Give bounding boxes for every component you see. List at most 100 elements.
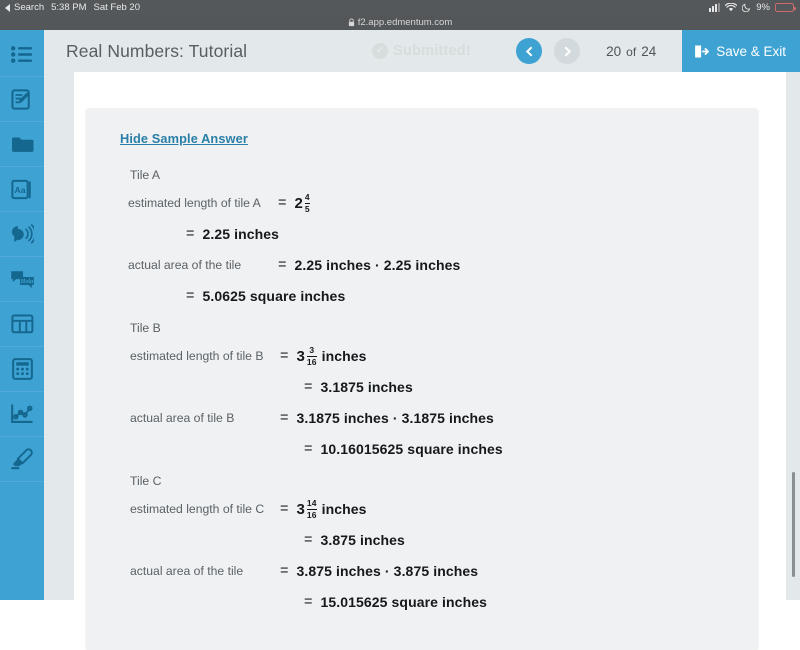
actual-area-result-row: = 10.16015625 square inches bbox=[120, 438, 724, 460]
equals-sign: = bbox=[186, 226, 195, 242]
estimated-length-value: 3 3 16 inches bbox=[296, 346, 366, 366]
mixed-number: 3 3 16 bbox=[296, 345, 317, 367]
status-date: Sat Feb 20 bbox=[93, 2, 140, 13]
sidebar-item-folder[interactable] bbox=[0, 122, 44, 167]
equals-sign: = bbox=[278, 257, 287, 273]
equals-sign: = bbox=[304, 594, 313, 610]
app-page: Aa Hola Real Numbers: Tutorial ✓ Submitt… bbox=[0, 30, 800, 650]
equals-sign: = bbox=[304, 441, 313, 457]
page-title: Real Numbers: Tutorial bbox=[66, 40, 248, 61]
tile-label: Tile A bbox=[130, 168, 161, 182]
whole-part: 3 bbox=[296, 500, 305, 518]
lock-icon bbox=[348, 18, 354, 27]
denominator: 5 bbox=[304, 203, 310, 214]
sample-answer-card: Hide Sample Answer Tile A estimated leng… bbox=[86, 108, 758, 650]
estimated-length-row: estimated length of tile B = 3 3 16 inch… bbox=[120, 345, 724, 367]
ios-status-bar: Search 5:38 PM Sat Feb 20 9% bbox=[0, 0, 800, 15]
fraction: 4 5 bbox=[304, 193, 310, 214]
equals-sign: = bbox=[280, 501, 289, 517]
vertical-scrollbar-track[interactable] bbox=[786, 72, 800, 600]
folder-icon bbox=[11, 136, 34, 152]
url-text: f2.app.edmentum.com bbox=[357, 17, 453, 28]
denominator: 16 bbox=[306, 509, 317, 520]
actual-area-product: 2.25 inches · 2.25 inches bbox=[294, 257, 461, 273]
submitted-label: Submitted! bbox=[393, 43, 471, 59]
tile-label: Tile C bbox=[130, 474, 162, 488]
actual-area-row: actual area of the tile = 2.25 inches · … bbox=[120, 254, 724, 276]
estimated-length-decimal-row: = 3.1875 inches bbox=[120, 376, 724, 398]
actual-area-result: 15.015625 square inches bbox=[320, 594, 487, 610]
sidebar-item-text-to-speech[interactable] bbox=[0, 212, 44, 257]
estimated-length-decimal: 3.1875 inches bbox=[320, 379, 413, 395]
equals-sign: = bbox=[280, 410, 289, 426]
calculator-icon bbox=[11, 358, 33, 380]
whole-part: 3 bbox=[296, 347, 305, 365]
graph-chart-icon bbox=[11, 403, 33, 423]
actual-area-row: actual area of tile B = 3.1875 inches · … bbox=[120, 407, 724, 429]
sidebar-filler bbox=[0, 482, 44, 600]
mixed-number: 2 4 5 bbox=[294, 193, 310, 214]
numerator: 14 bbox=[306, 498, 317, 509]
unit-label: inches bbox=[321, 348, 367, 364]
actual-area-result: 5.0625 square inches bbox=[202, 288, 346, 304]
status-bar-right: 9% bbox=[708, 2, 800, 13]
fraction: 14 16 bbox=[306, 498, 317, 520]
sidebar-item-reference-book[interactable] bbox=[0, 302, 44, 347]
sidebar-item-calculator[interactable] bbox=[0, 347, 44, 392]
actual-area-result-row: = 5.0625 square inches bbox=[120, 285, 724, 307]
svg-text:Hola: Hola bbox=[19, 278, 33, 284]
estimated-length-decimal-row: = 2.25 inches bbox=[120, 223, 724, 245]
actual-area-label: actual area of the tile bbox=[128, 258, 242, 272]
submitted-status-badge: ✓ Submitted! bbox=[372, 43, 471, 59]
check-circle-icon: ✓ bbox=[372, 43, 389, 59]
battery-icon bbox=[775, 3, 796, 12]
estimated-length-label: estimated length of tile A bbox=[128, 196, 261, 210]
page-counter: 20 of 24 bbox=[606, 44, 656, 59]
browser-url-bar[interactable]: f2.app.edmentum.com bbox=[0, 15, 800, 30]
chevron-right-icon bbox=[560, 46, 571, 56]
sidebar-item-highlighter[interactable] bbox=[0, 437, 44, 482]
estimated-length-decimal: 3.875 inches bbox=[320, 532, 405, 548]
estimated-length-value: 2 4 5 bbox=[294, 193, 310, 214]
next-page-button[interactable] bbox=[554, 38, 581, 64]
actual-area-label: actual area of the tile bbox=[130, 564, 244, 578]
sidebar-item-translate[interactable]: Hola bbox=[0, 257, 44, 302]
svg-text:Aa: Aa bbox=[14, 184, 25, 194]
translate-icon: Hola bbox=[10, 270, 34, 288]
signal-bars-icon bbox=[708, 3, 721, 12]
whole-part: 2 bbox=[294, 194, 303, 212]
previous-page-button[interactable] bbox=[516, 38, 543, 64]
equals-sign: = bbox=[280, 348, 289, 364]
estimated-length-decimal-row: = 3.875 inches bbox=[120, 529, 724, 551]
estimated-length-row: estimated length of tile C = 3 14 16 inc… bbox=[120, 498, 724, 520]
content-region: Hide Sample Answer Tile A estimated leng… bbox=[74, 72, 786, 650]
hide-sample-answer-link[interactable]: Hide Sample Answer bbox=[120, 131, 248, 146]
page-of-label: of bbox=[626, 44, 637, 59]
actual-area-label: actual area of tile B bbox=[130, 411, 235, 425]
numerator: 3 bbox=[309, 345, 315, 356]
actual-area-product: 3.875 inches · 3.875 inches bbox=[296, 563, 479, 579]
actual-area-row: actual area of the tile = 3.875 inches ·… bbox=[120, 560, 724, 582]
back-arrow-icon[interactable] bbox=[5, 3, 10, 12]
status-time: 5:38 PM bbox=[51, 2, 87, 13]
estimated-length-decimal: 2.25 inches bbox=[202, 226, 280, 242]
sidebar-item-menu-list[interactable] bbox=[0, 32, 44, 77]
battery-percent-label: 9% bbox=[756, 2, 770, 13]
status-bar-left: Search 5:38 PM Sat Feb 20 bbox=[0, 2, 140, 13]
save-and-exit-button[interactable]: Save & Exit bbox=[682, 30, 800, 72]
status-back-label[interactable]: Search bbox=[14, 2, 44, 13]
vertical-scrollbar-thumb[interactable] bbox=[792, 472, 795, 577]
tile-label: Tile B bbox=[130, 321, 161, 335]
equals-sign: = bbox=[186, 288, 195, 304]
sidebar-item-dictionary[interactable]: Aa bbox=[0, 167, 44, 212]
text-to-speech-icon bbox=[11, 223, 34, 244]
pagination-nav: 20 of 24 Save & Exit bbox=[516, 30, 800, 72]
actual-area-product: 3.1875 inches · 3.1875 inches bbox=[296, 410, 494, 426]
sidebar-item-notepad[interactable] bbox=[0, 77, 44, 122]
mixed-number: 3 14 16 bbox=[296, 498, 317, 520]
estimated-length-value: 3 14 16 inches bbox=[296, 499, 366, 519]
sidebar-item-graph-chart[interactable] bbox=[0, 392, 44, 437]
actual-area-result-row: = 15.015625 square inches bbox=[120, 591, 724, 613]
chevron-left-icon bbox=[525, 46, 536, 56]
denominator: 16 bbox=[306, 356, 317, 367]
